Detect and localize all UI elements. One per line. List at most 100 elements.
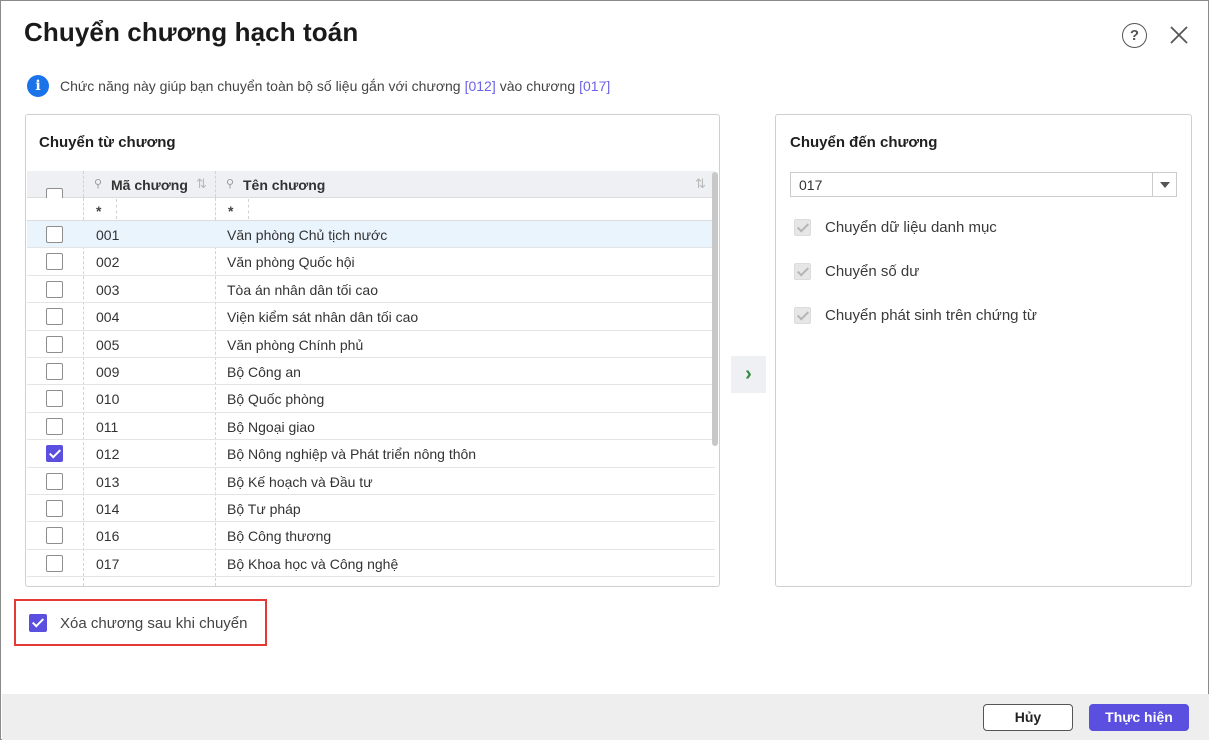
row-checkbox[interactable] xyxy=(46,499,63,517)
table-row[interactable]: 017 Bộ Khoa học và Công nghệ xyxy=(27,550,715,578)
chevron-right-icon: › xyxy=(745,363,752,385)
header-name-column[interactable]: ⚲ Tên chương ⇅ xyxy=(216,171,715,197)
chapter-name: Tòa án nhân dân tối cao xyxy=(227,281,379,298)
column-header-name[interactable]: Tên chương xyxy=(243,177,325,193)
table-row[interactable]: 014 Bộ Tư pháp xyxy=(27,495,715,523)
row-checkbox[interactable] xyxy=(46,362,63,380)
chapter-name: Văn phòng Chủ tịch nước xyxy=(227,227,388,243)
filter-divider xyxy=(116,199,117,219)
chapter-name: Bộ Tư pháp xyxy=(227,500,301,517)
grid-scrollbar[interactable] xyxy=(712,172,718,446)
option-label: Chuyển phát sinh trên chứng từ xyxy=(825,306,1037,324)
filter-code-cell[interactable]: * xyxy=(84,198,216,220)
pin-icon[interactable]: ⚲ xyxy=(94,177,102,190)
chapter-name: Bộ Kế hoạch và Đầu tư xyxy=(227,473,373,490)
chapter-code: 004 xyxy=(96,309,120,326)
target-chapter-panel: Chuyển đến chương 017 Chuyển dữ liệu dan… xyxy=(775,114,1192,587)
row-checkbox[interactable] xyxy=(46,308,63,326)
info-text-before: Chức năng này giúp bạn chuyển toàn bộ số… xyxy=(60,78,461,94)
row-checkbox[interactable] xyxy=(46,445,63,463)
target-chapter-value: 017 xyxy=(799,177,823,193)
chapter-name: Bộ Quốc phòng xyxy=(227,391,325,408)
row-checkbox[interactable] xyxy=(46,390,63,408)
chapter-name: Bộ Công thương xyxy=(227,528,332,545)
option-checkbox[interactable] xyxy=(794,262,811,280)
cancel-button[interactable]: Hủy xyxy=(983,704,1073,731)
table-row[interactable]: 013 Bộ Kế hoạch và Đầu tư xyxy=(27,468,715,495)
source-panel-title: Chuyển từ chương xyxy=(39,134,176,151)
filter-check-cell xyxy=(27,198,84,220)
dialog-footer: Hủy Thực hiện xyxy=(2,694,1209,740)
close-icon[interactable] xyxy=(1167,23,1191,47)
table-row[interactable]: 005 Văn phòng Chính phủ xyxy=(27,331,715,358)
table-row[interactable]: 001 Văn phòng Chủ tịch nước xyxy=(27,221,715,249)
table-row[interactable]: 004 Viện kiểm sát nhân dân tối cao xyxy=(27,303,715,331)
chapter-name: Bộ Công an xyxy=(227,363,301,380)
transfer-option[interactable]: Chuyển số dư xyxy=(794,261,919,281)
row-checkbox[interactable] xyxy=(46,253,63,271)
grid-rows: 001 Văn phòng Chủ tịch nước 002 Văn phòng Q… xyxy=(27,221,715,586)
chapter-code: 005 xyxy=(96,336,120,353)
transfer-option[interactable]: Chuyển phát sinh trên chứng từ xyxy=(794,305,1037,325)
table-row[interactable]: 011 Bộ Ngoại giao xyxy=(27,413,715,441)
chapter-name: Viện kiểm sát nhân dân tối cao xyxy=(227,309,419,326)
dropdown-toggle[interactable] xyxy=(1152,173,1176,196)
row-checkbox[interactable] xyxy=(46,280,63,298)
header-code-column[interactable]: ⚲ Mã chương ⇅ xyxy=(84,171,216,197)
target-panel-title: Chuyển đến chương xyxy=(790,134,938,151)
grid-filter-row: * * xyxy=(27,198,715,221)
chapter-name: Văn phòng Chính phủ xyxy=(227,336,364,353)
option-checkbox[interactable] xyxy=(794,218,811,236)
filter-name-cell[interactable]: * xyxy=(216,198,715,220)
filter-divider xyxy=(248,199,249,219)
table-row[interactable]: 016 Bộ Công thương xyxy=(27,522,715,550)
info-message: i Chức năng này giúp bạn chuyển toàn bộ … xyxy=(27,75,614,97)
row-checkbox[interactable] xyxy=(46,226,63,243)
delete-chapter-checkbox[interactable] xyxy=(29,614,47,632)
table-row[interactable]: 010 Bộ Quốc phòng xyxy=(27,385,715,413)
dialog-title: Chuyển chương hạch toán xyxy=(24,17,359,47)
chapter-code: 002 xyxy=(96,254,120,271)
chevron-down-icon xyxy=(1159,181,1170,188)
table-row[interactable]: 002 Văn phòng Quốc hội xyxy=(27,248,715,276)
chapter-name: Bộ Khoa học và Công nghệ xyxy=(227,555,399,572)
table-row[interactable]: 009 Bộ Công an xyxy=(27,358,715,386)
transfer-option[interactable]: Chuyển dữ liệu danh mục xyxy=(794,217,997,237)
chapter-code: 011 xyxy=(96,418,119,435)
filter-name-input[interactable]: * xyxy=(228,203,233,219)
delete-chapter-option[interactable]: Xóa chương sau khi chuyển xyxy=(14,599,267,646)
table-row[interactable]: 012 Bộ Nông nghiệp và Phát triển nông thô… xyxy=(27,440,715,468)
sort-icon[interactable]: ⇅ xyxy=(196,176,207,192)
filter-code-input[interactable]: * xyxy=(96,203,101,219)
help-icon[interactable]: ? xyxy=(1122,23,1147,48)
chapter-name: Bộ Nông nghiệp và Phát triển nông thôn xyxy=(227,446,477,463)
chapter-name: Văn phòng Quốc hội xyxy=(227,254,355,271)
pin-icon[interactable]: ⚲ xyxy=(226,177,234,190)
transfer-arrow-button[interactable]: › xyxy=(731,356,766,393)
chapter-code: 010 xyxy=(96,391,120,408)
option-label: Chuyển dữ liệu danh mục xyxy=(825,218,997,236)
column-header-code[interactable]: Mã chương xyxy=(111,177,188,193)
info-to-code: [017] xyxy=(579,78,611,94)
target-chapter-select[interactable]: 017 xyxy=(790,172,1177,197)
table-row[interactable]: 003 Tòa án nhân dân tối cao xyxy=(27,276,715,304)
grid-header: ⚲ Mã chương ⇅ ⚲ Tên chương ⇅ xyxy=(27,171,715,205)
row-checkbox[interactable] xyxy=(46,527,63,545)
chapter-grid: ⚲ Mã chương ⇅ ⚲ Tên chương ⇅ * * 001 Văn… xyxy=(27,171,715,586)
option-checkbox[interactable] xyxy=(794,306,811,324)
row-checkbox[interactable] xyxy=(46,472,63,490)
chapter-code: 016 xyxy=(96,528,120,545)
row-checkbox[interactable] xyxy=(46,417,63,435)
chapter-code: 014 xyxy=(96,500,120,517)
execute-button[interactable]: Thực hiện xyxy=(1089,704,1189,731)
row-checkbox[interactable] xyxy=(46,554,63,572)
chapter-code: 013 xyxy=(96,473,120,490)
info-icon: i xyxy=(27,75,49,97)
sort-icon[interactable]: ⇅ xyxy=(695,176,706,192)
info-text-middle: vào chương xyxy=(499,78,576,94)
delete-chapter-label: Xóa chương sau khi chuyển xyxy=(60,615,248,632)
chapter-name: Bộ Ngoại giao xyxy=(227,418,315,435)
row-checkbox[interactable] xyxy=(46,335,63,353)
option-label: Chuyển số dư xyxy=(825,262,920,280)
chapter-code: 012 xyxy=(96,446,120,463)
